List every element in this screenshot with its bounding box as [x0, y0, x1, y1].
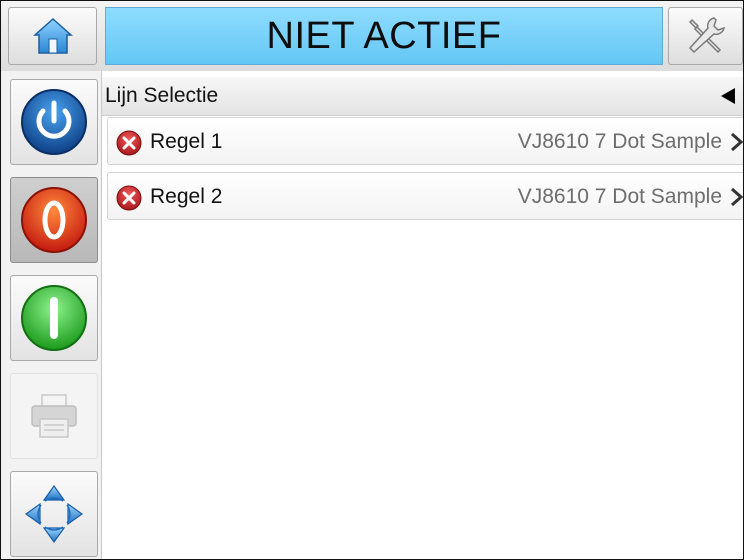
back-arrow-icon[interactable] — [721, 88, 735, 104]
sidebar — [1, 71, 102, 559]
print-button[interactable] — [10, 373, 98, 459]
list-item-regel-2[interactable]: Regel 2 VJ8610 7 Dot Sample — [107, 172, 743, 220]
row-value: VJ8610 7 Dot Sample — [517, 130, 722, 153]
stop-icon — [21, 187, 87, 253]
power-icon — [21, 89, 87, 155]
row-value: VJ8610 7 Dot Sample — [517, 185, 722, 208]
tools-button[interactable] — [668, 7, 743, 65]
printer-icon — [31, 394, 77, 438]
top-bar: NIET ACTIEF — [1, 1, 743, 72]
row-label: Regel 1 — [150, 130, 223, 153]
start-icon — [21, 285, 87, 351]
error-icon — [116, 130, 142, 156]
home-button[interactable] — [8, 7, 97, 65]
panel-header: Lijn Selectie — [102, 77, 743, 116]
list-item-regel-1[interactable]: Regel 1 VJ8610 7 Dot Sample — [107, 117, 743, 165]
app-window: NIET ACTIEF Lijn Selectie Regel 1 VJ8610… — [0, 0, 744, 560]
panel-title: Lijn Selectie — [105, 84, 219, 107]
home-icon — [32, 17, 73, 54]
status-display: NIET ACTIEF — [105, 7, 663, 65]
navigate-button[interactable] — [10, 471, 98, 557]
chevron-right-icon — [731, 132, 743, 152]
content-panel: Lijn Selectie Regel 1 VJ8610 7 Dot Sampl… — [102, 71, 743, 559]
error-icon — [116, 185, 142, 211]
navigate-arrows-icon — [24, 484, 84, 544]
start-button[interactable] — [10, 275, 98, 361]
stop-button[interactable] — [10, 177, 98, 263]
row-label: Regel 2 — [150, 185, 223, 208]
power-button[interactable] — [10, 79, 98, 165]
chevron-right-icon — [731, 187, 743, 207]
tools-icon — [688, 17, 725, 54]
